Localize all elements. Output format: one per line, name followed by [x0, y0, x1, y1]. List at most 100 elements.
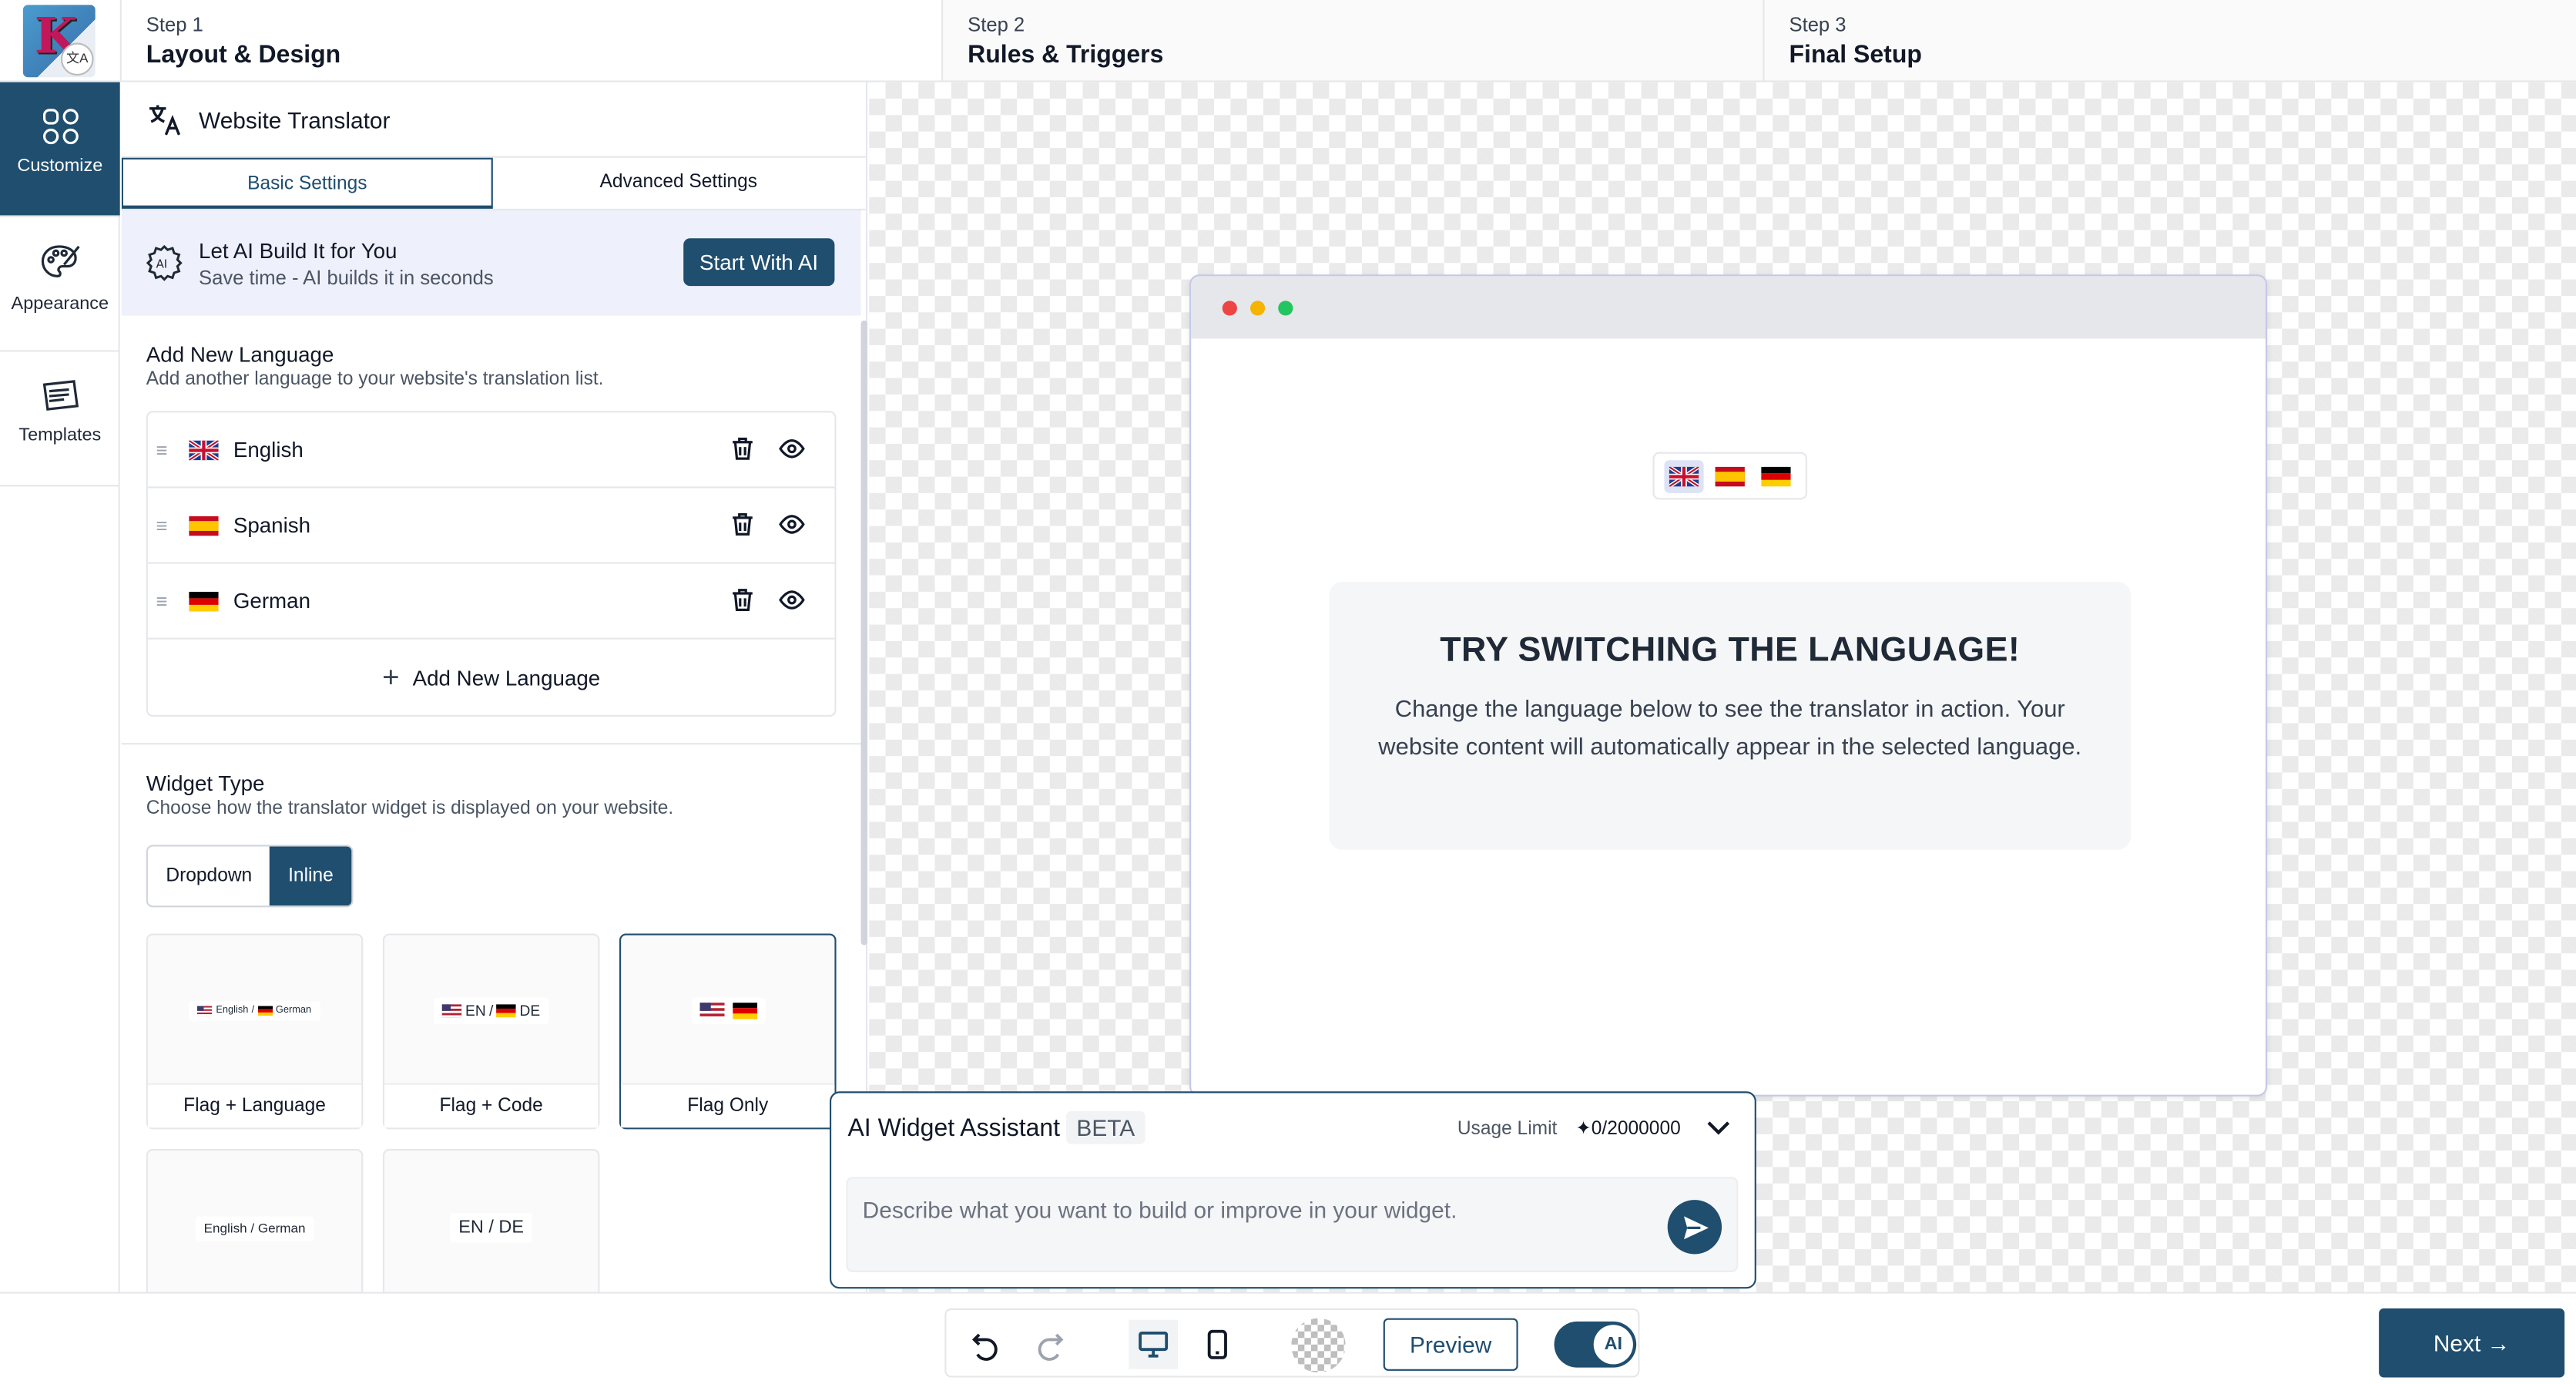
step-2-tab[interactable]: Step 2 Rules & Triggers — [941, 0, 1763, 81]
step-1-tab[interactable]: Step 1 Layout & Design — [119, 0, 942, 81]
add-language-title: Add New Language — [146, 341, 334, 367]
maximize-dot-icon — [1278, 301, 1293, 316]
inline-language-switcher — [1652, 452, 1807, 500]
translate-icon — [149, 104, 181, 135]
chevron-down-icon[interactable] — [1706, 1116, 1732, 1139]
usage-limit: Usage Limit ✦0/2000000 — [1457, 1116, 1681, 1140]
germany-flag-icon — [189, 590, 219, 611]
widget-type-title: Widget Type — [146, 771, 265, 796]
language-row-spanish[interactable]: ≡ Spanish — [147, 489, 835, 564]
germany-flag-icon — [496, 1004, 517, 1018]
close-dot-icon — [1222, 301, 1237, 316]
drag-handle-icon[interactable]: ≡ — [156, 438, 176, 461]
desktop-view-button[interactable] — [1129, 1319, 1179, 1369]
ai-chip-icon: AI — [146, 244, 183, 281]
eye-icon[interactable] — [779, 586, 805, 613]
style-card-text-language[interactable]: English / German — [146, 1148, 364, 1292]
app-root: K 文A Step 1 Layout & Design Step 2 Rules… — [0, 0, 2576, 1384]
tab-advanced-settings[interactable]: Advanced Settings — [493, 158, 864, 209]
language-name: English — [233, 437, 304, 462]
next-button[interactable]: Next → — [2379, 1308, 2565, 1378]
style-card-flag-language[interactable]: English / German Flag + Language — [146, 933, 364, 1130]
usage-label: Usage Limit — [1457, 1119, 1558, 1140]
us-flag-icon — [699, 1003, 724, 1020]
preview-separator: / — [251, 1006, 255, 1016]
language-name: German — [233, 588, 311, 613]
preview-de: DE — [519, 1003, 541, 1020]
uk-flag-icon — [1669, 465, 1699, 486]
rail-item-customize[interactable]: Customize — [0, 82, 120, 217]
widget-type-section: Widget Type Choose how the translator wi… — [122, 771, 866, 1292]
redo-button[interactable] — [1025, 1320, 1075, 1369]
preview-en: EN — [465, 1003, 486, 1020]
preview-german: German — [275, 1006, 312, 1016]
send-button[interactable] — [1667, 1200, 1722, 1255]
assistant-title: AI Widget Assistant — [847, 1114, 1061, 1142]
panel-scrollbar[interactable] — [860, 320, 868, 946]
language-list: ≡ English ≡ Spanish ≡ German + Add New L… — [146, 411, 837, 717]
rail-label: Templates — [18, 425, 102, 446]
style-card-text-code[interactable]: EN / DE — [382, 1148, 600, 1292]
trash-icon[interactable] — [730, 586, 756, 613]
widget-type-toggle: Dropdown Inline — [146, 845, 354, 908]
language-row-german[interactable]: ≡ German — [147, 564, 835, 640]
preview-separator: / — [488, 1003, 494, 1020]
demo-heading: TRY SWITCHING THE LANGUAGE! — [1440, 631, 2021, 670]
start-with-ai-button[interactable]: Start With AI — [683, 238, 835, 287]
rail-item-templates[interactable]: Templates — [0, 351, 120, 487]
lang-switch-spanish[interactable] — [1710, 459, 1749, 492]
beta-badge: BETA — [1066, 1110, 1145, 1144]
language-row-english[interactable]: ≡ English — [147, 412, 835, 489]
eye-icon[interactable] — [779, 435, 805, 462]
preview-english: English — [216, 1006, 249, 1016]
style-card-flag-code[interactable]: EN / DE Flag + Code — [382, 933, 600, 1130]
desktop-icon — [1139, 1331, 1169, 1358]
ai-banner-subtitle: Save time - AI builds it in seconds — [199, 265, 494, 289]
tab-basic-settings[interactable]: Basic Settings — [121, 157, 493, 209]
spain-flag-icon — [1715, 465, 1745, 486]
sparkle-icon: ✦ — [1575, 1119, 1592, 1140]
eye-icon[interactable] — [779, 511, 805, 537]
trash-icon[interactable] — [730, 511, 756, 537]
card-preview: EN / DE — [434, 997, 548, 1024]
mobile-view-button[interactable] — [1192, 1320, 1242, 1369]
option-inline[interactable]: Inline — [270, 846, 352, 906]
ai-banner-title: Let AI Build It for You — [199, 237, 397, 263]
style-card-flag-only[interactable]: Flag Only — [619, 933, 837, 1130]
preview-button[interactable]: Preview — [1383, 1318, 1518, 1371]
panel-title: Website Translator — [199, 106, 391, 133]
germany-flag-icon — [1761, 465, 1791, 486]
undo-button[interactable] — [961, 1320, 1011, 1369]
us-flag-icon — [442, 1004, 462, 1018]
step-3-tab[interactable]: Step 3 Final Setup — [1763, 0, 2576, 81]
step-name: Rules & Triggers — [968, 41, 1164, 69]
app-logo[interactable]: K 文A — [22, 5, 96, 78]
prompt-placeholder: Describe what you want to build or impro… — [862, 1196, 1457, 1223]
lang-switch-english[interactable] — [1664, 459, 1704, 492]
lang-switch-german[interactable] — [1756, 459, 1796, 492]
transparent-background-toggle[interactable] — [1291, 1318, 1346, 1373]
drag-handle-icon[interactable]: ≡ — [156, 514, 176, 537]
drag-handle-icon[interactable]: ≡ — [156, 590, 176, 613]
rail-item-appearance[interactable]: Appearance — [0, 217, 120, 352]
demo-content-box: TRY SWITCHING THE LANGUAGE! Change the l… — [1329, 582, 2132, 850]
grid-icon — [42, 109, 78, 145]
undo-icon — [971, 1333, 998, 1361]
assistant-header: AI Widget Assistant BETA Usage Limit ✦0/… — [831, 1093, 1755, 1162]
add-new-language-button[interactable]: + Add New Language — [148, 640, 834, 715]
option-dropdown[interactable]: Dropdown — [148, 846, 270, 905]
trash-icon[interactable] — [730, 435, 756, 462]
uk-flag-icon — [189, 439, 219, 460]
card-preview: English / German — [195, 1215, 314, 1241]
assistant-prompt-input[interactable]: Describe what you want to build or impro… — [846, 1177, 1739, 1272]
widget-style-cards: English / German Flag + Language EN / DE… — [146, 933, 837, 1292]
ai-toggle-knob: AI — [1593, 1325, 1633, 1365]
step-name: Layout & Design — [146, 41, 341, 69]
ai-toggle-switch[interactable]: AI — [1554, 1321, 1637, 1368]
translate-badge-icon: 文A — [60, 42, 94, 76]
add-language-subtitle: Add another language to your website's t… — [146, 369, 604, 390]
germany-flag-icon — [257, 1006, 273, 1016]
settings-tabs: Basic Settings Advanced Settings — [121, 157, 866, 211]
card-preview: English / German — [190, 1000, 320, 1021]
palette-icon — [40, 245, 79, 277]
